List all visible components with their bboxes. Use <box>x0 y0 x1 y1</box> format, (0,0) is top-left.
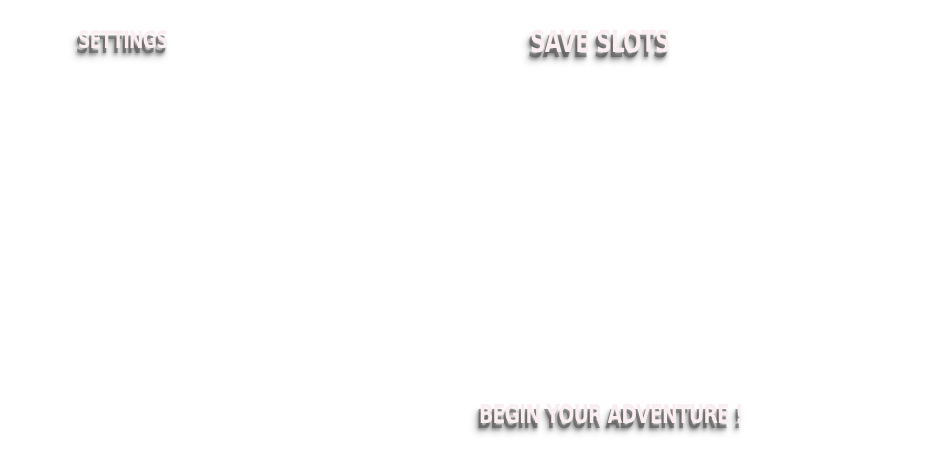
save-slots-button[interactable]: SAVE SLOTS <box>530 25 671 60</box>
settings-button[interactable]: SETTINGS <box>78 26 169 54</box>
begin-adventure-button[interactable]: BEGIN YOUR ADVENTURE ! <box>479 400 744 430</box>
